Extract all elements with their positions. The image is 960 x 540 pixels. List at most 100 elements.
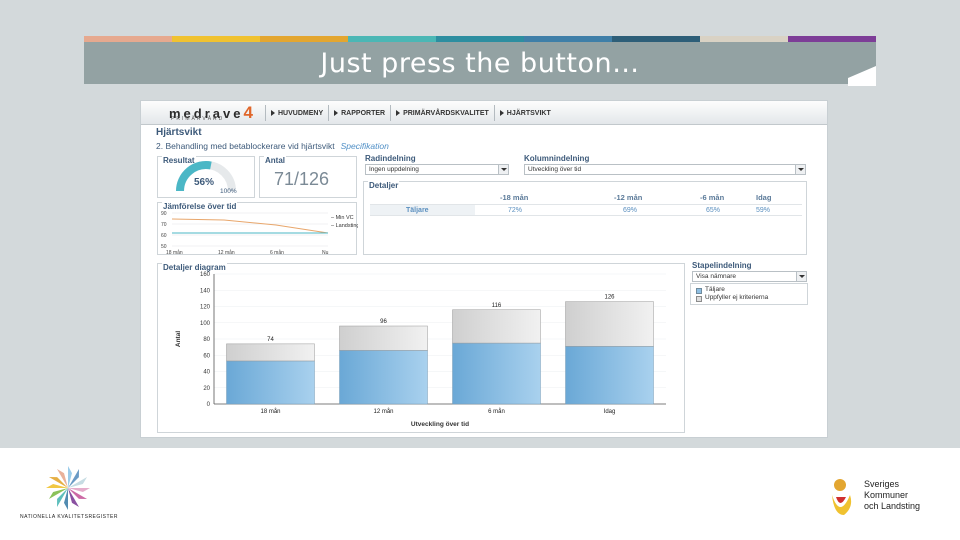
chart-legend: Täljare Uppfyller ej kriterierna bbox=[690, 283, 808, 305]
chevron-down-icon bbox=[498, 165, 508, 174]
skl-logo-icon bbox=[832, 479, 852, 515]
y-tick-label: 40 bbox=[203, 370, 210, 376]
nav-label: HUVUDMENY bbox=[278, 109, 324, 117]
logo-number: 4 bbox=[243, 103, 256, 122]
stapelindelning-title: Stapelindelning bbox=[692, 261, 752, 270]
logo-heart bbox=[836, 497, 846, 503]
bar-uppfyller-ej bbox=[452, 309, 541, 344]
antal-panel: Antal 71/126 bbox=[259, 156, 357, 198]
table-row: Täljare 72% 69% 65% 59% bbox=[370, 204, 802, 216]
breadcrumb-nav: HUVUDMENY RAPPORTER PRIMÄRVÅRDSKVALITET … bbox=[265, 105, 556, 121]
x-tick-label: 12 mån bbox=[373, 408, 393, 415]
nav-item-huvudmeny[interactable]: HUVUDMENY bbox=[265, 105, 328, 121]
nav-item-hjartsvikt[interactable]: HJÄRTSVIKT bbox=[493, 105, 556, 121]
y-tick-label: 140 bbox=[200, 288, 211, 294]
y-tick-label: 0 bbox=[207, 402, 211, 408]
antal-title: Antal bbox=[264, 156, 286, 165]
logo-subtitle: PRIMÄRVÅRD bbox=[171, 116, 225, 122]
logo-segment bbox=[48, 488, 68, 499]
radindelning-value: Ingen uppdelning bbox=[369, 166, 419, 173]
bar-total-label: 116 bbox=[492, 303, 502, 309]
triangle-icon bbox=[396, 110, 401, 116]
logo-head bbox=[834, 479, 846, 491]
y-tick-label: 90 bbox=[161, 211, 167, 217]
y-tick-label: 100 bbox=[200, 321, 211, 327]
bar-uppfyller-ej bbox=[339, 325, 428, 351]
detaljer-panel: Detaljer -18 mån -12 mån -6 mån Idag Täl… bbox=[363, 181, 807, 255]
y-tick-label: 120 bbox=[200, 305, 211, 311]
bar-taljare bbox=[565, 346, 654, 405]
y-tick-label: 60 bbox=[161, 233, 167, 239]
y-tick-label: 20 bbox=[203, 386, 210, 392]
x-tick-label: Nu bbox=[322, 250, 329, 256]
specification-link[interactable]: Specifikation bbox=[341, 141, 389, 151]
series-line bbox=[171, 218, 329, 234]
nav-label: RAPPORTER bbox=[341, 109, 386, 117]
bar-chart: 0 20 40 60 80 100 120 140 160 Antal Utveckling öve… bbox=[175, 272, 666, 428]
kolumnindelning-select[interactable]: Utveckling över tid bbox=[524, 164, 806, 175]
y-tick-label: 80 bbox=[203, 337, 210, 343]
detaljer-diagram-panel: Detaljer diagram 0 20 40 60 80 100 120 140 160 An… bbox=[157, 263, 685, 433]
nav-item-primarvardskvalitet[interactable]: PRIMÄRVÅRDSKVALITET bbox=[390, 105, 494, 121]
app-header: medrave4 PRIMÄRVÅRD HUVUDMENY RAPPORTER … bbox=[141, 101, 827, 125]
logo-segment bbox=[57, 468, 68, 488]
resultat-panel: Resultat 56% 100% bbox=[157, 156, 255, 198]
legend-label: Uppfyller ej kriterierna bbox=[705, 294, 769, 301]
bar-uppfyller-ej bbox=[565, 301, 654, 347]
nav-item-rapporter[interactable]: RAPPORTER bbox=[328, 105, 390, 121]
chevron-down-icon bbox=[796, 272, 806, 281]
legend-swatch bbox=[696, 288, 702, 294]
x-axis-label: Utveckling över tid bbox=[411, 421, 469, 428]
table-cell: 72% bbox=[508, 207, 523, 214]
antal-value: 71/126 bbox=[274, 169, 330, 189]
bar-total-label: 74 bbox=[267, 337, 274, 343]
column-header: -12 mån bbox=[614, 193, 643, 202]
kolumnindelning-title: Kolumnindelning bbox=[524, 154, 590, 163]
app-screenshot: medrave4 PRIMÄRVÅRD HUVUDMENY RAPPORTER … bbox=[140, 100, 828, 438]
bar-taljare bbox=[452, 342, 541, 405]
selection-panel: Radindelning Ingen uppdelning Kolumninde… bbox=[363, 154, 807, 180]
x-tick-label: Idag bbox=[604, 409, 616, 415]
nationella-kvalitetsregister-logo bbox=[46, 466, 90, 510]
legend-swatch bbox=[696, 296, 702, 302]
column-header: -6 mån bbox=[700, 193, 725, 202]
column-header: Idag bbox=[756, 193, 772, 202]
left-logo-text: NATIONELLA KVALITETSREGISTER bbox=[20, 514, 119, 520]
bar-taljare bbox=[226, 360, 315, 405]
indicator-name: 2. Behandling med betablockerare vid hjä… bbox=[156, 141, 335, 151]
logo-segment bbox=[68, 477, 88, 488]
logo-segment bbox=[68, 488, 79, 508]
y-tick-label: 60 bbox=[203, 353, 210, 359]
logo-line: och Landsting bbox=[864, 501, 921, 511]
resultat-max: 100% bbox=[220, 188, 237, 195]
table-cell: 59% bbox=[756, 207, 771, 214]
page-subtitle: 2. Behandling med betablockerare vid hjä… bbox=[156, 141, 389, 151]
row-label: Täljare bbox=[406, 207, 429, 214]
triangle-icon bbox=[271, 110, 275, 116]
slide-title: Just press the button… bbox=[320, 48, 640, 79]
jamforelse-panel: Jämförelse över tid 90 70 60 50 18 mån 12 mån… bbox=[157, 202, 358, 256]
page-title: Hjärtsvikt bbox=[156, 127, 202, 138]
nav-label: HJÄRTSVIKT bbox=[506, 109, 551, 117]
skl-logo-text: Sveriges Kommuner och Landsting bbox=[864, 479, 920, 512]
x-tick-label: 6 mån bbox=[270, 249, 284, 256]
detaljer-table: -18 mån -12 mån -6 mån Idag Täljare 72% … bbox=[364, 182, 808, 252]
legend-label: Täljare bbox=[705, 286, 725, 293]
logo-line: Sveriges bbox=[864, 479, 900, 489]
kolumnindelning-value: Utveckling över tid bbox=[528, 166, 582, 173]
y-axis-label: Antal bbox=[175, 331, 182, 347]
resultat-percent: 56% bbox=[194, 177, 215, 188]
radindelning-select[interactable]: Ingen uppdelning bbox=[365, 164, 509, 175]
y-tick-label: 160 bbox=[200, 272, 211, 278]
x-tick-label: 12 mån bbox=[218, 249, 235, 256]
radindelning-title: Radindelning bbox=[365, 154, 416, 163]
nav-label: PRIMÄRVÅRDSKVALITET bbox=[403, 109, 489, 117]
stapelindelning-value: Visa nämnare bbox=[696, 273, 736, 280]
table-cell: 65% bbox=[706, 207, 721, 214]
comparison-line-chart: 9070605018 mån 12 mån 6 mån Nu– Min VC– Lan… bbox=[161, 211, 358, 256]
stapelindelning-panel: Stapelindelning Visa nämnare Täljare Upp… bbox=[690, 261, 808, 433]
triangle-icon bbox=[499, 110, 504, 116]
stapelindelning-select[interactable]: Visa nämnare bbox=[692, 271, 807, 282]
y-tick-label: 70 bbox=[161, 222, 167, 228]
bar-total-label: 96 bbox=[380, 319, 387, 325]
